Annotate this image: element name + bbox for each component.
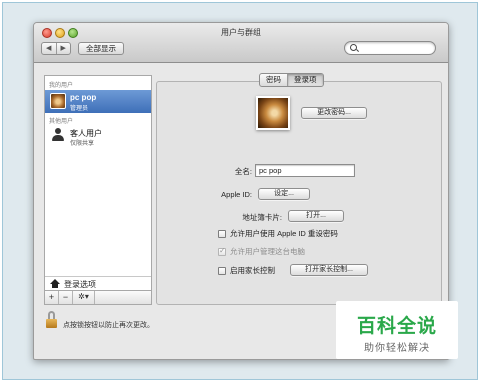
gear-menu-button[interactable]: ✲▾ — [73, 291, 95, 304]
parental-controls-checkbox[interactable] — [218, 266, 226, 275]
reset-with-appleid-checkbox[interactable] — [218, 229, 226, 238]
parental-controls-option[interactable]: 启用家长控制 — [218, 265, 275, 276]
address-card-open-button[interactable]: 打开... — [288, 210, 344, 222]
admin-label: 允许用户管理这台电脑 — [230, 247, 305, 256]
back-icon[interactable]: ◀ — [42, 43, 57, 54]
appleid-set-button[interactable]: 设定... — [258, 188, 310, 200]
watermark-logo: 百科全说 助你轻松解决 — [336, 301, 458, 359]
open-parental-controls-button[interactable]: 打开家长控制... — [290, 264, 368, 276]
titlebar: 用户与群组 ◀ ▶ 全部显示 — [34, 23, 448, 63]
person-icon — [52, 128, 64, 142]
lock-hint-text: 点按锁按钮以防止再次更改。 — [63, 322, 154, 329]
fullname-field[interactable]: pc pop — [255, 164, 355, 177]
admin-checkbox — [218, 246, 226, 256]
reset-with-appleid-option[interactable]: 允许用户使用 Apple ID 重设密码 — [218, 228, 338, 239]
user-picture[interactable] — [256, 96, 290, 130]
lion-avatar-icon — [50, 93, 66, 109]
user-name: pc pop — [70, 93, 97, 102]
address-card-label: 地址簿卡片: — [242, 213, 282, 222]
reset-with-appleid-label: 允许用户使用 Apple ID 重设密码 — [230, 229, 338, 238]
user-item-guest[interactable]: 客人用户 仅限共享 — [45, 125, 151, 148]
guest-role: 仅限共享 — [70, 141, 95, 147]
remove-user-button[interactable]: − — [59, 291, 73, 304]
search-field[interactable] — [344, 41, 436, 55]
search-input[interactable] — [360, 43, 430, 53]
home-icon — [50, 279, 60, 288]
admin-option: 允许用户管理这台电脑 — [218, 246, 305, 257]
show-all-button[interactable]: 全部显示 — [78, 42, 124, 55]
fullname-label: 全名: — [234, 167, 252, 176]
appleid-label: Apple ID: — [221, 190, 252, 199]
tab-password[interactable]: 密码 — [260, 74, 287, 86]
watermark-sub-text: 助你轻松解决 — [364, 343, 430, 354]
window-title: 用户与群组 — [221, 28, 261, 37]
add-user-button[interactable]: + — [45, 291, 59, 304]
login-options-item[interactable]: 登录选项 — [45, 276, 151, 290]
forward-icon[interactable]: ▶ — [57, 43, 71, 54]
user-role: 管理员 — [70, 106, 89, 112]
search-icon — [350, 44, 357, 51]
parental-controls-label: 启用家长控制 — [230, 266, 275, 275]
lock-area: 点按锁按钮以防止再次更改。 — [46, 311, 246, 331]
tab-login-items[interactable]: 登录项 — [287, 74, 323, 86]
user-list-toolbar: + − ✲▾ — [44, 291, 152, 305]
login-options-label: 登录选项 — [64, 280, 96, 289]
change-password-button[interactable]: 更改密码... — [301, 107, 367, 119]
watermark-main-text: 百科全说 — [356, 316, 437, 337]
user-list: 我的用户 pc pop 管理员 其他用户 客人用户 仅限共享 登录选项 — [44, 75, 152, 291]
detail-tabs: 密码 登录项 — [259, 73, 324, 87]
user-item-pc-pop[interactable]: pc pop 管理员 — [45, 90, 151, 113]
lock-body[interactable] — [46, 319, 57, 328]
my-users-header: 我的用户 — [49, 83, 74, 89]
back-forward-control: ◀ ▶ — [41, 42, 71, 55]
other-users-header: 其他用户 — [49, 119, 74, 125]
